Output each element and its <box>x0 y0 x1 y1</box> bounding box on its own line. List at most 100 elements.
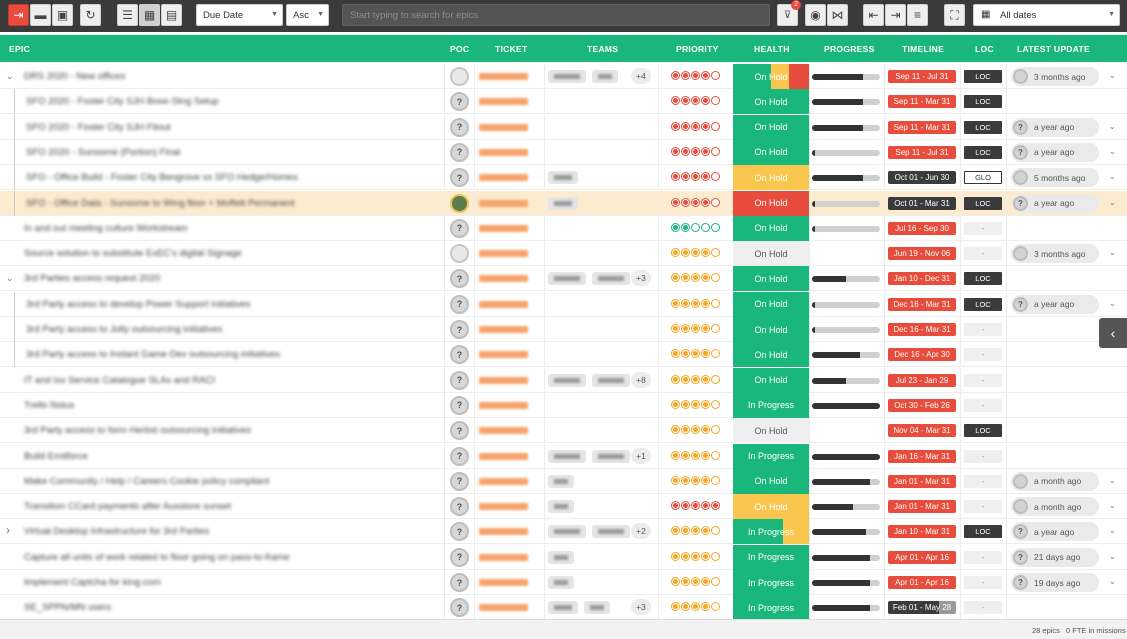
priority-dot[interactable] <box>691 374 700 384</box>
table-row[interactable]: ⌄ 3rd Parties access request 2020? +3 On Ho… <box>0 266 1127 292</box>
priority-dot[interactable] <box>711 248 720 258</box>
timeline-badge[interactable]: Apr 01 - Apr 16 <box>888 576 956 589</box>
priority-rating[interactable] <box>671 172 720 182</box>
timeline-badge[interactable]: Sep 11 - Jul 31 <box>888 70 956 83</box>
table-row[interactable]: SFO - Office Data - Sunsome to Wing floo… <box>0 190 1127 216</box>
epic-name[interactable]: 3rd Party access to form Herbst outsourc… <box>24 425 251 436</box>
health-status[interactable]: On Hold <box>733 64 809 89</box>
timeline-badge[interactable]: Jul 23 - Jan 29 <box>888 373 956 387</box>
table-row[interactable]: IT and Ixx Service Catalogue SLAs and RA… <box>0 367 1127 393</box>
poc-avatar[interactable]: ? <box>450 294 469 314</box>
table-row[interactable]: Capture all units of work related to flo… <box>0 544 1127 570</box>
loc-badge[interactable]: LOC <box>964 145 1002 159</box>
teams-more-count[interactable]: +1 <box>631 447 651 464</box>
priority-dot[interactable] <box>701 551 710 561</box>
ticket-link[interactable] <box>479 553 528 561</box>
health-status[interactable]: On Hold <box>733 342 809 368</box>
priority-dot[interactable] <box>691 172 700 182</box>
health-status[interactable]: On Hold <box>733 468 809 494</box>
priority-dot[interactable] <box>681 324 690 333</box>
table-row[interactable]: Transition CCard payments after Auxstore… <box>0 494 1127 520</box>
priority-dot[interactable] <box>711 551 720 561</box>
epic-name[interactable]: SE_SPPN/MN users <box>24 602 111 613</box>
priority-dot[interactable] <box>691 602 700 612</box>
chevron-down-icon[interactable]: ⌄ <box>1109 198 1116 207</box>
priority-dot[interactable] <box>711 425 720 435</box>
epic-name[interactable]: In and out meeting culture Workstream <box>24 223 188 234</box>
health-status[interactable]: In Progress <box>733 519 809 545</box>
priority-dot[interactable] <box>681 146 690 156</box>
priority-dot[interactable] <box>671 374 680 384</box>
ticket-link[interactable] <box>479 148 528 156</box>
priority-dot[interactable] <box>691 197 700 207</box>
loc-badge[interactable]: LOC <box>964 95 1002 109</box>
priority-rating[interactable] <box>671 121 720 131</box>
priority-dot[interactable] <box>681 475 690 485</box>
priority-dot[interactable] <box>681 222 690 232</box>
latest-update[interactable]: ? a year ago <box>1011 193 1099 213</box>
priority-dot[interactable] <box>681 602 690 612</box>
loc-badge[interactable]: - <box>964 601 1002 615</box>
ticket-link[interactable] <box>479 275 528 283</box>
priority-dot[interactable] <box>681 121 690 131</box>
priority-dot[interactable] <box>711 121 720 131</box>
priority-rating[interactable] <box>671 602 720 612</box>
save-icon[interactable]: ▣ <box>52 4 73 26</box>
priority-dot[interactable] <box>671 425 680 435</box>
teams-more-count[interactable]: +3 <box>631 270 651 287</box>
priority-dot[interactable] <box>681 298 690 308</box>
ticket-link[interactable] <box>479 250 528 258</box>
header-poc[interactable]: POC <box>450 44 469 54</box>
poc-avatar[interactable]: ? <box>450 142 469 162</box>
priority-dot[interactable] <box>701 172 710 182</box>
priority-dot[interactable] <box>671 450 680 460</box>
epic-name[interactable]: SFO - Office Build - Foster City Bengrov… <box>26 172 298 183</box>
chevron-down-icon[interactable]: ⌄ <box>1109 248 1116 257</box>
priority-dot[interactable] <box>711 526 720 536</box>
priority-dot[interactable] <box>671 172 680 182</box>
chevron-down-icon[interactable]: ⌄ <box>1109 476 1116 485</box>
priority-dot[interactable] <box>681 526 690 536</box>
epic-name[interactable]: 3rd Party access to Jolly outsourcing in… <box>26 324 222 335</box>
chevron-right-icon[interactable]: › <box>6 523 10 537</box>
priority-dot[interactable] <box>701 475 710 485</box>
latest-update[interactable]: ? a year ago <box>1011 294 1099 314</box>
timeline-badge[interactable]: Feb 01 - May 28 <box>888 601 956 615</box>
priority-dot[interactable] <box>671 399 680 409</box>
priority-dot[interactable] <box>671 121 680 131</box>
priority-dot[interactable] <box>711 450 720 460</box>
priority-dot[interactable] <box>671 298 680 308</box>
priority-dot[interactable] <box>701 324 710 333</box>
priority-dot[interactable] <box>671 324 680 333</box>
health-status[interactable]: On Hold <box>733 165 809 191</box>
priority-rating[interactable] <box>671 374 720 384</box>
priority-dot[interactable] <box>711 349 720 359</box>
chevron-down-icon[interactable]: ⌄ <box>1109 71 1116 80</box>
loc-badge[interactable]: LOC <box>964 525 1002 539</box>
latest-update[interactable]: ? a year ago <box>1011 142 1099 162</box>
chevron-down-icon[interactable]: ⌄ <box>1109 299 1116 308</box>
latest-update[interactable]: 3 months ago <box>1011 67 1099 86</box>
priority-dot[interactable] <box>671 551 680 561</box>
priority-rating[interactable] <box>671 324 720 333</box>
health-status[interactable]: On Hold <box>733 367 809 393</box>
ticket-link[interactable] <box>479 199 528 207</box>
chevron-down-icon[interactable]: ⌄ <box>1109 552 1116 561</box>
priority-dot[interactable] <box>711 577 720 586</box>
priority-dot[interactable] <box>691 577 700 586</box>
poc-avatar[interactable]: ? <box>450 269 469 289</box>
timeline-badge[interactable]: Sep 11 - Jul 31 <box>888 145 956 159</box>
priority-rating[interactable] <box>671 298 720 308</box>
priority-dot[interactable] <box>681 374 690 384</box>
priority-dot[interactable] <box>691 248 700 258</box>
poc-avatar[interactable]: ? <box>450 117 469 137</box>
teams-more-count[interactable]: +2 <box>631 523 651 540</box>
loc-badge[interactable]: - <box>964 323 1002 336</box>
priority-rating[interactable] <box>671 399 720 409</box>
teams-more-count[interactable]: +8 <box>631 371 651 388</box>
epic-name[interactable]: Transition CCard payments after Auxstore… <box>24 501 231 512</box>
exit-icon[interactable]: ⇥ <box>8 4 29 26</box>
tree-view-icon[interactable]: ☰ <box>117 4 138 26</box>
epic-name[interactable]: Trello Nstus <box>24 400 74 411</box>
epic-name[interactable]: SFO 2020 - Sunsome (Portion) Final <box>26 147 180 158</box>
